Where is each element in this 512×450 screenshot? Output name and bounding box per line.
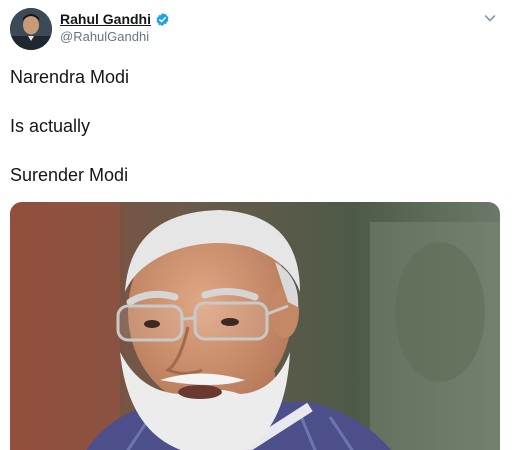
chevron-down-icon[interactable] [482,10,498,26]
verified-badge-icon [155,12,170,27]
tweet-photo[interactable] [10,202,500,450]
portrait-image [10,202,500,450]
author-info: Rahul Gandhi @RahulGandhi [60,8,170,46]
tweet-card: Rahul Gandhi @RahulGandhi Narendra Modi … [0,0,512,450]
tweet-text: Narendra Modi Is actually Surender Modi [10,66,500,186]
tweet-line-2: Is actually [10,116,91,136]
avatar[interactable] [10,8,52,50]
name-row: Rahul Gandhi [60,10,170,28]
tweet-line-1: Narendra Modi [10,67,130,87]
tweet-header: Rahul Gandhi @RahulGandhi [10,8,500,56]
avatar-photo [10,8,52,50]
author-name[interactable]: Rahul Gandhi [60,10,151,28]
author-handle[interactable]: @RahulGandhi [60,28,170,46]
tweet-line-3: Surender Modi [10,165,129,185]
